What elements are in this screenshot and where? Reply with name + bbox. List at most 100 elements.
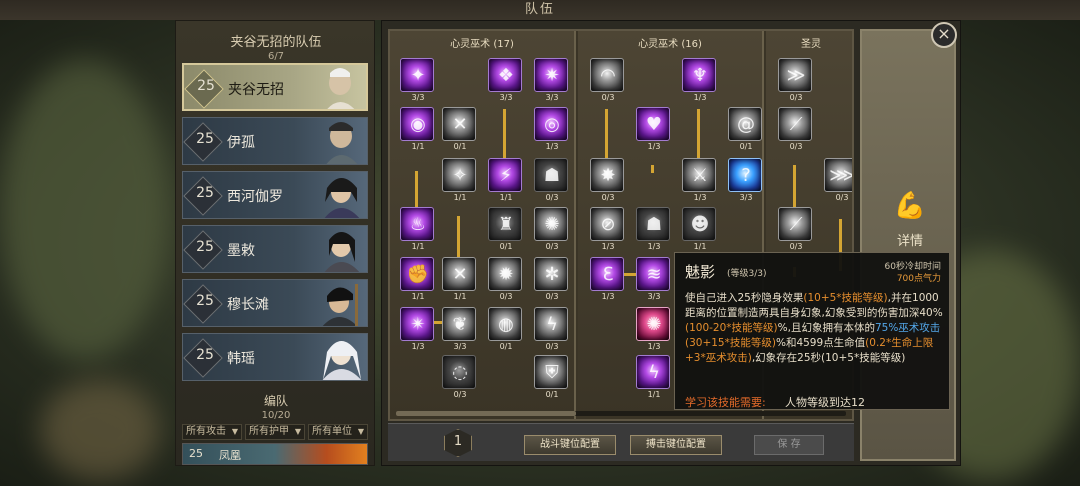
muscle-arm-icon: 💪 <box>893 191 927 221</box>
hero-card[interactable]: 25 墨敕 <box>182 225 368 273</box>
skill-count: 1/1 <box>499 193 513 202</box>
skill-node[interactable]: ◌ 0/3 <box>442 355 476 399</box>
filter-label: 所有攻击 <box>186 426 226 437</box>
skill-node[interactable]: ℇ 1/3 <box>590 257 624 301</box>
egg-icon: ◌ <box>452 362 468 383</box>
battle-keys-button[interactable]: 战斗键位配置 <box>524 435 616 455</box>
skill-node[interactable]: ϟ 1/1 <box>636 355 670 399</box>
desc-text: 使自己进入25秒隐身效果 <box>685 292 804 304</box>
skill-node[interactable]: ✧ 1/1 <box>442 158 476 202</box>
skill-node[interactable]: ⊘ 1/3 <box>590 207 624 251</box>
skill-node[interactable]: ☗ 0/3 <box>534 158 568 202</box>
skill-node[interactable]: ⟋ 0/3 <box>778 107 812 151</box>
skill-node[interactable]: ⋙ 0/3 <box>824 158 854 202</box>
skill-count: 0/3 <box>545 292 559 301</box>
skill-count: 0/3 <box>789 242 803 251</box>
portal-icon: ◎ <box>544 114 560 135</box>
skill-node[interactable]: ✦ 3/3 <box>400 58 434 102</box>
hero-card[interactable]: 25 西河伽罗 <box>182 171 368 219</box>
requirement-value: 人物等级到达12 <box>785 396 865 409</box>
skill-count: 1/1 <box>411 292 425 301</box>
skill-node[interactable]: ⛨ 0/1 <box>534 355 568 399</box>
skill-count: 3/3 <box>647 292 661 301</box>
skill-count: 1/3 <box>647 142 661 151</box>
skill-count: 1/1 <box>411 142 425 151</box>
portrait <box>322 341 362 380</box>
skill-node[interactable]: ϟ 0/3 <box>534 307 568 351</box>
shield-icon: ⊘ <box>600 214 616 235</box>
skill-count: 0/1 <box>453 142 467 151</box>
skill-node[interactable]: ✺ 0/3 <box>534 207 568 251</box>
skill-count: 3/3 <box>739 193 753 202</box>
skill-node[interactable]: ≫ 0/3 <box>778 58 812 102</box>
skill-count: 3/3 <box>453 342 467 351</box>
swirl-icon: ◠ <box>600 65 616 86</box>
skill-node[interactable]: ❖ 3/3 <box>488 58 522 102</box>
skill-node[interactable]: ✷ 3/3 <box>534 58 568 102</box>
skill-node[interactable]: ♥ 1/3 <box>636 107 670 151</box>
skill-node[interactable]: ✴ 1/3 <box>400 307 434 351</box>
skill-node[interactable]: ⚔ 1/3 <box>682 158 716 202</box>
team-count: 6/7 <box>267 51 285 62</box>
skill-node[interactable]: ✹ 0/3 <box>488 257 522 301</box>
save-button[interactable]: 保 存 <box>754 435 824 455</box>
skill-node[interactable]: ✕ 1/1 <box>442 257 476 301</box>
hero-level: 25 <box>196 239 214 255</box>
skill-node[interactable]: ◠ 0/3 <box>590 58 624 102</box>
claw-icon: ⋙ <box>829 165 854 186</box>
portrait <box>322 284 358 326</box>
skill-node[interactable]: ◎ 1/3 <box>534 107 568 151</box>
skill-node[interactable]: ✕ 0/1 <box>442 107 476 151</box>
desc-formula: (30+15*技能等级) <box>685 337 776 349</box>
attack-filter[interactable]: 所有攻击 ▼ <box>182 424 242 440</box>
hero-card[interactable]: 25 穆长滩 <box>182 279 368 327</box>
skill-node[interactable]: ⚡ 1/1 <box>488 158 522 202</box>
nova-icon: ✹ <box>498 264 514 285</box>
skill-node[interactable]: ✺ 1/3 <box>636 307 670 351</box>
skill-node[interactable]: ⟋ 0/3 <box>778 207 812 251</box>
hero-card[interactable]: 25 伊孤 <box>182 117 368 165</box>
hero-card[interactable]: 25 夹谷无招 <box>182 63 368 111</box>
skill-node[interactable]: ? 3/3 <box>728 158 762 202</box>
blade-icon: ⟋ <box>789 114 803 135</box>
tree-scrollbar[interactable] <box>396 411 846 416</box>
skill-node[interactable]: ◉ 1/1 <box>400 107 434 151</box>
skill-node[interactable]: ≋ 3/3 <box>636 257 670 301</box>
totem-icon: ♜ <box>497 214 515 235</box>
heart-icon: ♥ <box>645 114 663 135</box>
skill-node[interactable]: ♜ 0/1 <box>488 207 522 251</box>
scrollbar-thumb[interactable] <box>396 411 576 416</box>
skill-node[interactable]: ♆ 1/3 <box>682 58 716 102</box>
skill-node[interactable]: ✊ 1/1 <box>400 257 434 301</box>
skill-node[interactable]: ☗ 1/3 <box>636 207 670 251</box>
formation-count: 10/20 <box>261 410 291 421</box>
close-button[interactable]: × <box>931 22 957 48</box>
hero-card[interactable]: 25 韩瑶 <box>182 333 368 381</box>
detail-button[interactable]: 详情 <box>882 230 938 249</box>
skill-count: 3/3 <box>411 93 425 102</box>
skill-node[interactable]: ☻ 1/1 <box>682 207 716 251</box>
skill-count: 0/3 <box>601 93 615 102</box>
skill-node[interactable]: ♨ 1/1 <box>400 207 434 251</box>
skill-node[interactable]: @0/1 <box>728 107 762 151</box>
skill-node[interactable]: ◍ 0/1 <box>488 307 522 351</box>
skill-node[interactable]: ❦ 3/3 <box>442 307 476 351</box>
action-bar: 1 战斗键位配置 搏击键位配置 保 存 <box>388 423 854 461</box>
strike-keys-button[interactable]: 搏击键位配置 <box>630 435 722 455</box>
hero-level: 25 <box>196 131 214 147</box>
unit-filter[interactable]: 所有单位 ▼ <box>308 424 368 440</box>
column-header: 心灵巫术 (17) <box>450 39 514 50</box>
slash-icon: ✕ <box>452 264 468 285</box>
armor-filter[interactable]: 所有护甲 ▼ <box>245 424 305 440</box>
desc-text: %,且幻象拥有本体的 <box>777 322 875 334</box>
chevron-down-icon: ▼ <box>357 427 364 436</box>
requirement-label: 学习该技能需要: <box>685 396 766 409</box>
unit-row[interactable]: 25 凤凰 <box>182 443 368 465</box>
skill-count: 0/1 <box>499 242 513 251</box>
skill-node[interactable]: ✲ 0/3 <box>534 257 568 301</box>
portrait <box>324 178 360 218</box>
skill-node[interactable]: ✸ 0/3 <box>590 158 624 202</box>
skill-count: 0/3 <box>499 292 513 301</box>
chevron-down-icon: ▼ <box>231 427 238 436</box>
desc-formula: (100-20*技能等级) <box>685 322 778 334</box>
